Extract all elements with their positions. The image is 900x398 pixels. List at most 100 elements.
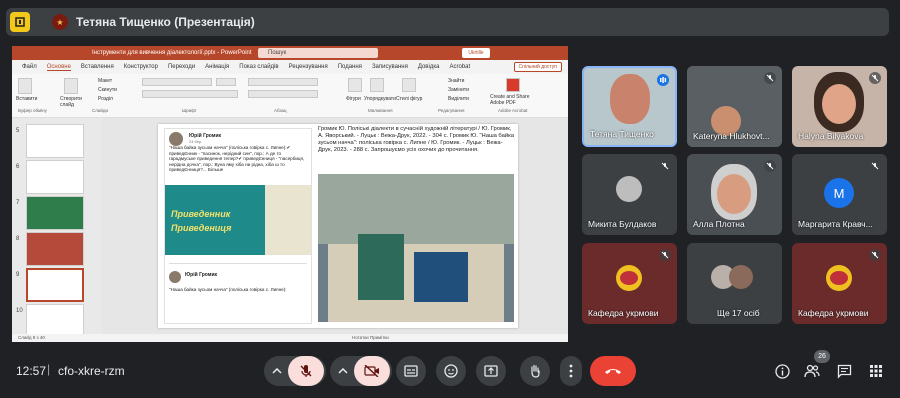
slide-thumbnail[interactable] bbox=[26, 160, 84, 194]
activities-button[interactable] bbox=[868, 363, 884, 379]
tab-transitions[interactable]: Переходи bbox=[168, 64, 195, 70]
participant-tile[interactable]: M Маргарита Кравч... bbox=[792, 154, 887, 235]
ppt-user-button[interactable]: Ukrtille bbox=[462, 48, 490, 58]
adobe-pdf-button[interactable]: Create and Share Adobe PDF bbox=[490, 94, 536, 106]
mic-off-icon bbox=[869, 72, 881, 84]
mic-off-icon bbox=[764, 160, 776, 172]
apps-grid-icon bbox=[870, 365, 882, 377]
arrange-icon[interactable] bbox=[370, 78, 384, 92]
camera-control-group bbox=[330, 356, 392, 386]
mic-off-icon bbox=[300, 365, 312, 377]
more-participants-label: Ще 17 осіб bbox=[717, 308, 760, 318]
meeting-info-button[interactable] bbox=[774, 363, 790, 379]
paste-icon[interactable] bbox=[18, 78, 32, 94]
camera-options-chevron-icon[interactable] bbox=[332, 356, 354, 386]
ppt-search-input[interactable]: Пошук bbox=[258, 48, 378, 58]
participant-tile[interactable]: Микита Булдаков bbox=[582, 154, 677, 235]
participant-name: Тетяна Тищенко bbox=[590, 129, 654, 139]
participant-tile[interactable]: Halyna Bilyakova bbox=[792, 66, 887, 147]
shape-styles-icon[interactable] bbox=[402, 78, 416, 92]
font-format-row[interactable] bbox=[142, 90, 238, 98]
tab-view[interactable]: Подання bbox=[338, 64, 362, 70]
present-screen-button[interactable] bbox=[476, 356, 506, 386]
divider bbox=[169, 263, 307, 264]
meet-logo-icon[interactable] bbox=[10, 12, 30, 32]
tab-home[interactable]: Основне bbox=[46, 64, 71, 71]
camera-off-icon bbox=[364, 365, 379, 377]
tab-design[interactable]: Конструктор bbox=[124, 64, 158, 70]
group-slides: Слайди bbox=[92, 108, 109, 113]
library-cabinet bbox=[318, 174, 514, 244]
info-icon bbox=[774, 363, 790, 379]
paragraph-list-row[interactable] bbox=[248, 78, 318, 86]
shape-styles-button[interactable]: Стилі фігур bbox=[396, 96, 422, 102]
new-slide-icon[interactable] bbox=[64, 78, 78, 94]
tab-acrobat[interactable]: Acrobat bbox=[449, 64, 470, 70]
people-button[interactable] bbox=[804, 363, 820, 379]
new-slide-button[interactable]: Створити слайд bbox=[60, 96, 86, 108]
share-button[interactable]: Спільний доступ bbox=[513, 62, 562, 72]
mic-options-chevron-icon[interactable] bbox=[266, 356, 288, 386]
replace-button[interactable]: Замінити bbox=[448, 87, 469, 93]
more-participants-tile[interactable]: Ще 17 осіб bbox=[687, 243, 782, 324]
section-button[interactable]: Розділ bbox=[98, 96, 113, 102]
people-icon bbox=[804, 364, 820, 378]
slide-canvas: Юрій Громик 24 бер. "Наша байка зусьом н… bbox=[102, 118, 568, 334]
participant-video bbox=[717, 174, 751, 214]
tab-review[interactable]: Рецензування bbox=[289, 64, 328, 70]
notes-buttons[interactable]: Нотатки Примітки bbox=[352, 335, 389, 340]
slide-thumbnail[interactable] bbox=[26, 196, 84, 230]
participant-name: Кафедра укрмови bbox=[798, 308, 869, 318]
shapes-button[interactable]: Фігури bbox=[346, 96, 361, 102]
mic-off-icon bbox=[869, 249, 881, 261]
current-slide[interactable]: Юрій Громик 24 бер. "Наша байка зусьом н… bbox=[158, 124, 518, 328]
slide-thumbnail[interactable] bbox=[26, 124, 84, 158]
participant-name: Микита Булдаков bbox=[588, 219, 657, 229]
participant-tile[interactable]: Кафедра укрмови bbox=[792, 243, 887, 324]
leave-call-button[interactable] bbox=[590, 356, 636, 386]
slide-thumbnail-selected[interactable] bbox=[26, 268, 84, 302]
participant-tile[interactable]: Алла Плотна bbox=[687, 154, 782, 235]
group-editing: Редагування bbox=[438, 108, 465, 113]
find-button[interactable]: Знайти bbox=[448, 78, 464, 84]
more-options-button[interactable] bbox=[560, 356, 582, 386]
presenter-avatar: ★ bbox=[52, 14, 68, 30]
group-font: Шрифт bbox=[182, 108, 197, 113]
chat-button[interactable] bbox=[836, 363, 852, 379]
participant-tile[interactable]: Кафедра укрмови bbox=[582, 243, 677, 324]
arrange-button[interactable]: Упорядкувати bbox=[364, 96, 396, 102]
participant-video bbox=[610, 74, 650, 124]
mic-toggle-button[interactable] bbox=[288, 356, 324, 386]
tab-help[interactable]: Довідка bbox=[418, 64, 440, 70]
slide-thumbnails-pane: 5 6 7 8 9 10 bbox=[12, 118, 102, 338]
camera-toggle-button[interactable] bbox=[354, 356, 390, 386]
tab-animations[interactable]: Анімація bbox=[205, 64, 229, 70]
ppt-ribbon-tabs: Файл Основне Вставлення Конструктор Пере… bbox=[12, 60, 568, 74]
select-button[interactable]: Виділити bbox=[448, 96, 469, 102]
layout-button[interactable]: Макет bbox=[98, 78, 112, 84]
participant-tile[interactable]: Тетяна Тищенко bbox=[582, 66, 677, 147]
participant-name: Алла Плотна bbox=[693, 219, 745, 229]
divider: | bbox=[47, 362, 51, 376]
slide-thumbnail[interactable] bbox=[26, 304, 84, 338]
participant-tile[interactable]: Kateryna Hlukhovt... bbox=[687, 66, 782, 147]
font-family-select[interactable] bbox=[142, 78, 212, 86]
participant-name: Kateryna Hlukhovt... bbox=[693, 131, 770, 141]
mic-control-group bbox=[264, 356, 326, 386]
adobe-pdf-icon[interactable] bbox=[506, 78, 520, 92]
captions-button[interactable] bbox=[396, 356, 426, 386]
paste-button[interactable]: Вставити bbox=[16, 96, 37, 102]
emoji-button[interactable] bbox=[436, 356, 466, 386]
tab-insert[interactable]: Вставлення bbox=[81, 64, 114, 70]
shapes-icon[interactable] bbox=[348, 78, 362, 92]
tab-file[interactable]: Файл bbox=[22, 64, 37, 70]
slide-thumbnail[interactable] bbox=[26, 232, 84, 266]
paragraph-align-row[interactable] bbox=[248, 90, 318, 98]
raise-hand-button[interactable] bbox=[520, 356, 550, 386]
post-image-title-2: Приведениця bbox=[171, 223, 232, 233]
participant-name: Маргарита Кравч... bbox=[798, 219, 873, 229]
tab-recording[interactable]: Записування bbox=[372, 64, 408, 70]
font-size-select[interactable] bbox=[216, 78, 236, 86]
reset-button[interactable]: Скинути bbox=[98, 87, 117, 93]
tab-slideshow[interactable]: Показ слайдів bbox=[239, 64, 278, 70]
